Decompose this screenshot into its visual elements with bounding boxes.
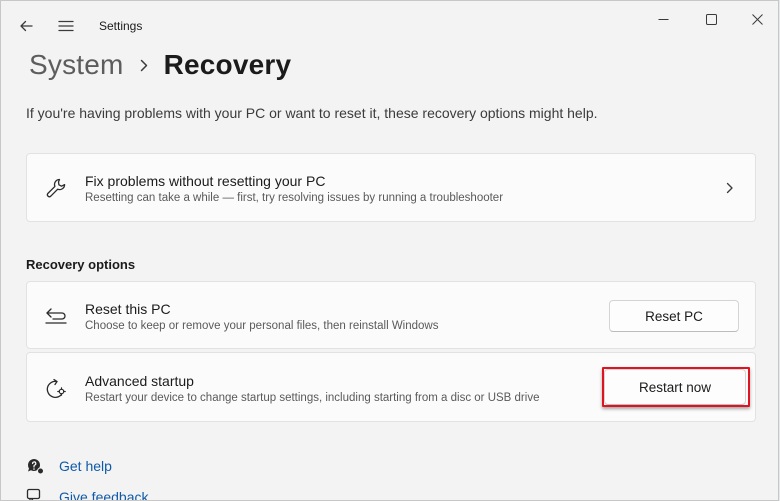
- fix-card-title: Fix problems without resetting your PC: [85, 173, 326, 189]
- get-help-link[interactable]: Get help: [26, 457, 112, 475]
- reset-pc-card: Reset this PC Choose to keep or remove y…: [26, 281, 756, 349]
- back-arrow-icon[interactable]: [15, 15, 37, 37]
- advanced-card-title: Advanced startup: [85, 373, 194, 389]
- fix-card-description: Resetting can take a while — first, try …: [85, 192, 504, 204]
- advanced-startup-icon: [44, 377, 68, 401]
- chevron-right-icon: [723, 180, 737, 196]
- reset-card-title: Reset this PC: [85, 301, 171, 317]
- reset-pc-button[interactable]: Reset PC: [609, 300, 739, 332]
- breadcrumb-system[interactable]: System: [29, 49, 124, 81]
- get-help-icon: [26, 457, 44, 475]
- maximize-icon[interactable]: [691, 6, 731, 32]
- wrench-icon: [44, 176, 68, 200]
- page-title: Recovery: [163, 49, 292, 80]
- hamburger-menu-icon[interactable]: [55, 15, 77, 37]
- fix-problems-card[interactable]: Fix problems without resetting your PC R…: [26, 153, 756, 222]
- title-bar: Settings: [1, 1, 778, 47]
- advanced-startup-card: Advanced startup Restart your device to …: [26, 352, 756, 422]
- minimize-icon[interactable]: [643, 6, 683, 32]
- give-feedback-link[interactable]: Give feedback: [26, 488, 149, 501]
- reset-pc-icon: [44, 303, 68, 327]
- app-title: Settings: [99, 19, 143, 33]
- give-feedback-label: Give feedback: [59, 489, 149, 501]
- intro-text: If you're having problems with your PC o…: [26, 105, 598, 121]
- advanced-card-description: Restart your device to change startup se…: [85, 392, 540, 404]
- breadcrumb: System Recovery: [29, 49, 291, 81]
- chevron-right-icon: [140, 59, 148, 72]
- get-help-label: Get help: [59, 458, 112, 474]
- settings-window: Settings System Recovery If you're havin…: [0, 0, 779, 501]
- reset-card-description: Choose to keep or remove your personal f…: [85, 320, 439, 332]
- give-feedback-icon: [26, 488, 44, 500]
- close-icon[interactable]: [737, 6, 777, 32]
- section-heading-recovery-options: Recovery options: [26, 257, 136, 272]
- restart-now-button[interactable]: Restart now: [604, 369, 746, 405]
